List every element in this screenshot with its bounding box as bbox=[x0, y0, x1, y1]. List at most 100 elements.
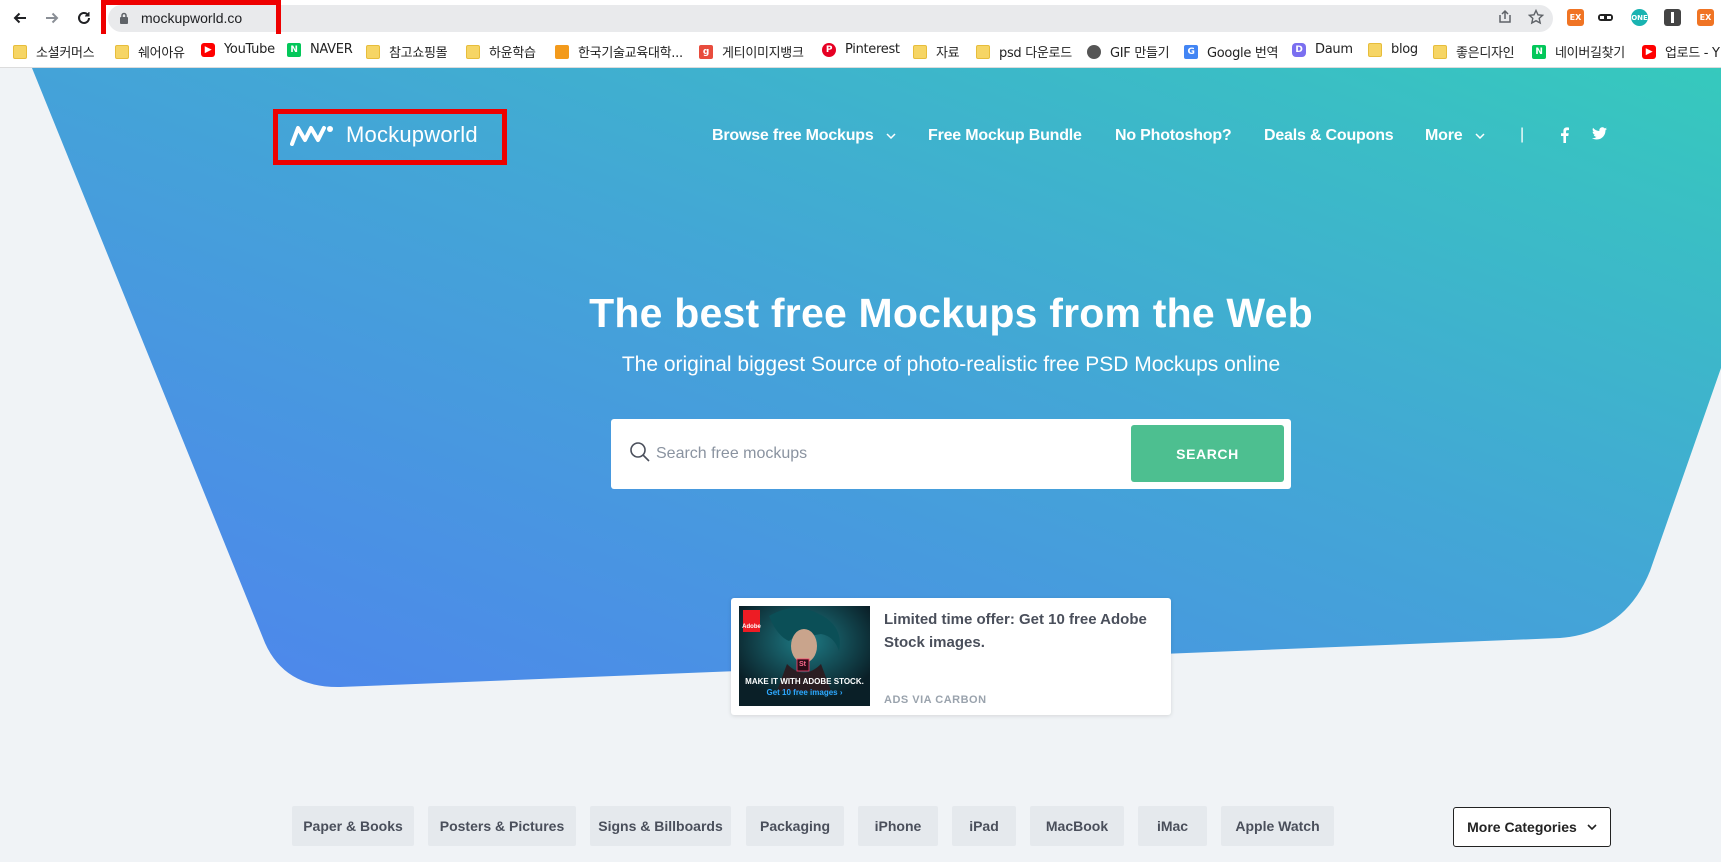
forward-button[interactable] bbox=[41, 7, 63, 29]
share-icon[interactable] bbox=[1497, 9, 1513, 30]
extension-one-icon[interactable]: ONE bbox=[1631, 9, 1648, 26]
nav-more[interactable]: More bbox=[1425, 127, 1485, 145]
pinterest-icon: P bbox=[822, 42, 836, 57]
gettyimages-icon: g bbox=[699, 44, 713, 59]
bookmarks-bar: 소셜커머스 쉐어아유 ▶ YouTube N NAVER 참고쇼핑몰 하윤학습 한국… bbox=[0, 34, 1721, 68]
bookmark-label: 하윤학습 bbox=[489, 46, 536, 61]
bookmark-item[interactable]: G Google 번역 bbox=[1184, 42, 1279, 61]
koreatech-icon bbox=[555, 44, 569, 59]
back-button[interactable] bbox=[9, 7, 31, 29]
folder-icon bbox=[13, 44, 27, 59]
bookmark-item[interactable]: 자료 bbox=[913, 42, 960, 61]
folder-icon bbox=[366, 44, 380, 59]
bookmark-item[interactable]: 쉐어아유 bbox=[115, 42, 185, 61]
category-imac[interactable]: iMac bbox=[1138, 806, 1207, 846]
nav-browse-mockups[interactable]: Browse free Mockups bbox=[712, 127, 896, 145]
folder-icon bbox=[466, 44, 480, 59]
bookmark-item[interactable]: g 게티이미지뱅크 bbox=[699, 42, 804, 61]
chevron-down-icon bbox=[886, 133, 896, 139]
bookmark-label: 쉐어아유 bbox=[138, 46, 185, 61]
bookmark-item[interactable]: 하윤학습 bbox=[466, 42, 536, 61]
chevron-down-icon bbox=[1587, 824, 1597, 830]
ad-image-caption: MAKE IT WITH ADOBE STOCK. bbox=[745, 677, 864, 686]
bookmark-label: GIF 만들기 bbox=[1110, 46, 1170, 61]
extension-ex2-icon[interactable]: EX bbox=[1697, 9, 1714, 26]
nav-label: More bbox=[1425, 127, 1463, 144]
bookmark-label: NAVER bbox=[310, 42, 353, 57]
bookmark-item[interactable]: 좋은디자인 bbox=[1433, 42, 1515, 61]
back-arrow-icon bbox=[13, 12, 26, 24]
naver-icon: N bbox=[287, 42, 301, 57]
webpage: Mockupworld Browse free Mockups Free Moc… bbox=[0, 68, 1721, 862]
bookmark-label: Daum bbox=[1315, 42, 1353, 57]
bookmark-item[interactable]: ▶ YouTube bbox=[201, 42, 275, 57]
bookmark-label: 소셜커머스 bbox=[36, 46, 95, 61]
nav-free-mockup-bundle[interactable]: Free Mockup Bundle bbox=[928, 127, 1082, 145]
address-bar[interactable] bbox=[108, 5, 1553, 32]
site-logo[interactable]: Mockupworld bbox=[290, 122, 478, 148]
category-posters-pictures[interactable]: Posters & Pictures bbox=[428, 806, 576, 846]
search-box: SEARCH bbox=[611, 419, 1291, 489]
category-ipad[interactable]: iPad bbox=[952, 806, 1016, 846]
folder-icon bbox=[1368, 42, 1382, 57]
folder-icon bbox=[913, 44, 927, 59]
bookmark-item[interactable]: P Pinterest bbox=[822, 42, 900, 57]
browser-toolbar: mockupworld.co EX ONE EX bbox=[0, 0, 1721, 45]
category-apple-watch[interactable]: Apple Watch bbox=[1221, 806, 1334, 846]
extension-mask-icon[interactable] bbox=[1597, 9, 1614, 26]
forward-arrow-icon bbox=[46, 12, 59, 24]
logo-text: Mockupworld bbox=[346, 122, 478, 147]
bookmark-label: 한국기술교육대학... bbox=[578, 46, 683, 61]
bookmark-star-icon[interactable] bbox=[1527, 8, 1545, 30]
bookmark-label: blog bbox=[1391, 42, 1418, 57]
bookmark-label: 참고쇼핑몰 bbox=[389, 46, 448, 61]
nav-deals-coupons[interactable]: Deals & Coupons bbox=[1264, 127, 1394, 145]
google-translate-icon: G bbox=[1184, 44, 1198, 59]
twitter-icon[interactable] bbox=[1592, 127, 1607, 145]
reload-button[interactable] bbox=[73, 7, 95, 29]
bookmark-item[interactable]: N 네이버길찾기 bbox=[1532, 42, 1625, 61]
search-input[interactable] bbox=[656, 437, 1116, 471]
more-categories-button[interactable]: More Categories bbox=[1453, 807, 1611, 847]
bookmark-item[interactable]: N NAVER bbox=[287, 42, 353, 57]
bookmark-item[interactable]: GIF 만들기 bbox=[1087, 42, 1170, 61]
bookmark-item[interactable]: 한국기술교육대학... bbox=[555, 42, 683, 61]
nav-label: Browse free Mockups bbox=[712, 127, 874, 144]
bookmark-item[interactable]: 소셜커머스 bbox=[13, 42, 95, 61]
bookmark-item[interactable]: ▶ 업로드 - Y bbox=[1642, 42, 1720, 61]
category-macbook[interactable]: MacBook bbox=[1030, 806, 1124, 846]
bookmark-label: 네이버길찾기 bbox=[1555, 46, 1625, 61]
hero-subtitle: The original biggest Source of photo-rea… bbox=[621, 353, 1281, 376]
bookmark-item[interactable]: blog bbox=[1368, 42, 1418, 57]
hero-title: The best free Mockups from the Web bbox=[589, 290, 1313, 336]
carbon-ad[interactable]: Adobe St MAKE IT WITH ADOBE STOCK. Get 1… bbox=[731, 598, 1171, 715]
folder-icon bbox=[115, 44, 129, 59]
more-categories-label: More Categories bbox=[1467, 819, 1577, 835]
youtube-icon: ▶ bbox=[201, 42, 215, 57]
extension-ex-icon[interactable]: EX bbox=[1567, 9, 1584, 26]
facebook-icon[interactable] bbox=[1560, 127, 1569, 148]
ad-title[interactable]: Limited time offer: Get 10 free Adobe St… bbox=[884, 608, 1154, 654]
nav-separator: | bbox=[1520, 126, 1525, 143]
mockupworld-logo-icon bbox=[290, 126, 333, 146]
ad-image[interactable]: Adobe St MAKE IT WITH ADOBE STOCK. Get 1… bbox=[739, 606, 870, 706]
bookmark-label: Google 번역 bbox=[1207, 46, 1279, 61]
bookmark-label: 자료 bbox=[936, 46, 960, 61]
bookmark-item[interactable]: 참고쇼핑몰 bbox=[366, 42, 448, 61]
search-button[interactable]: SEARCH bbox=[1131, 425, 1284, 482]
search-icon bbox=[630, 442, 650, 462]
stock-badge: St bbox=[799, 661, 806, 668]
extension-bar-icon[interactable] bbox=[1664, 9, 1681, 26]
nav-no-photoshop[interactable]: No Photoshop? bbox=[1115, 127, 1232, 145]
category-signs-billboards[interactable]: Signs & Billboards bbox=[590, 806, 731, 846]
bookmark-item[interactable]: D Daum bbox=[1292, 42, 1353, 57]
ad-image-link: Get 10 free images › bbox=[766, 688, 843, 697]
category-iphone[interactable]: iPhone bbox=[858, 806, 938, 846]
category-packaging[interactable]: Packaging bbox=[746, 806, 844, 846]
reload-icon bbox=[78, 11, 90, 24]
category-paper-books[interactable]: Paper & Books bbox=[292, 806, 414, 846]
bookmark-item[interactable]: psd 다운로드 bbox=[976, 42, 1072, 61]
bookmark-label: 업로드 - Y bbox=[1665, 46, 1720, 61]
ad-via-carbon[interactable]: ADS VIA CARBON bbox=[884, 694, 987, 706]
adobe-logo: Adobe bbox=[742, 610, 761, 632]
